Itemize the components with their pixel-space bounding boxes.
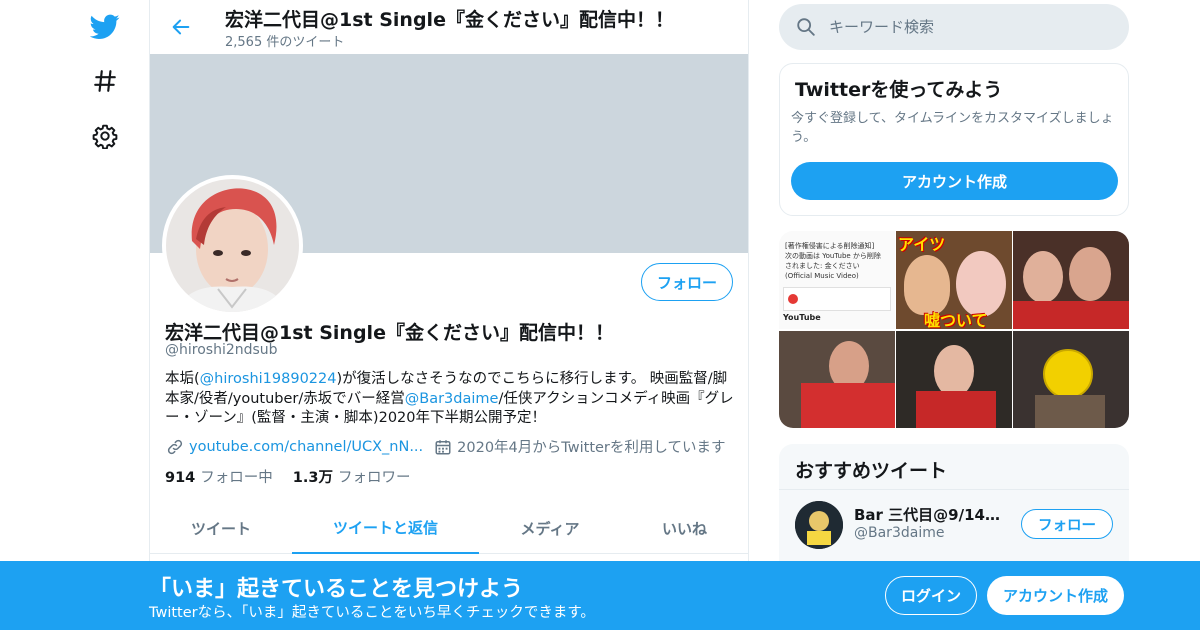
- media-thumbnail[interactable]: [1013, 231, 1129, 329]
- recommended-title: おすすめツイート: [795, 460, 948, 482]
- link-icon: [165, 437, 185, 457]
- bottom-bar-title: 「いま」起きていることを見つけよう: [149, 577, 524, 602]
- bottom-bar-subtitle: Twitterなら、「いま」起きていることをいち早くチェックできます。: [149, 605, 595, 621]
- profile-handle: @hiroshi2ndsub: [165, 342, 278, 358]
- profile-column: 宏洋二代目@1st Single『金ください』配信中！！ 2,565 件のツイー…: [149, 0, 749, 630]
- login-button[interactable]: ログイン: [885, 576, 977, 615]
- bio-mention-link[interactable]: @hiroshi19890224: [200, 371, 337, 387]
- tweet-count: 2,565 件のツイート: [225, 35, 345, 50]
- signup-title: Twitterを使ってみよう: [795, 79, 1003, 101]
- gear-icon[interactable]: [90, 121, 120, 151]
- media-thumbnail[interactable]: [著作権侵害による削除通知]次の動画は YouTube から削除されました: 金…: [779, 231, 895, 329]
- media-photo-clothes: [916, 391, 996, 428]
- search-bar: [779, 4, 1129, 50]
- signup-description: 今すぐ登録して、タイムラインをカスタマイズしましょう。: [791, 111, 1114, 145]
- back-button[interactable]: [168, 14, 194, 40]
- followers-label: フォロワー: [337, 470, 411, 486]
- bio-text: 本垢(: [165, 371, 200, 387]
- bottom-create-account-button[interactable]: アカウント作成: [987, 576, 1124, 615]
- tab-tweets[interactable]: ツイート: [150, 502, 292, 554]
- profile-tabs: ツイート ツイートと返信 メディア いいね: [150, 502, 748, 554]
- tab-tweets-and-replies[interactable]: ツイートと返信: [292, 502, 479, 554]
- media-thumbnail[interactable]: [896, 331, 1012, 428]
- emoji-face-icon: [1043, 349, 1093, 399]
- search-input[interactable]: [829, 4, 1119, 50]
- profile-bio: 本垢(@hiroshi19890224)が復活しなさそうなのでこちらに移行します…: [165, 370, 735, 429]
- followers-stat[interactable]: 1.3万 フォロワー: [293, 466, 411, 487]
- recommended-avatar[interactable]: [795, 501, 843, 549]
- search-icon: [797, 18, 815, 36]
- divider: [779, 489, 1129, 490]
- hashtag-icon[interactable]: [90, 66, 120, 96]
- tab-likes[interactable]: いいね: [621, 502, 748, 554]
- back-arrow-icon: [172, 19, 190, 35]
- recommended-handle: @Bar3daime: [854, 525, 945, 541]
- website-link[interactable]: youtube.com/channel/UCX_nN...: [189, 439, 423, 455]
- media-caption: 嘘ついて: [924, 311, 988, 329]
- media-photo-clothes: [1035, 395, 1105, 428]
- calendar-icon: [433, 437, 453, 457]
- youtube-label: YouTube: [783, 313, 821, 322]
- following-stat[interactable]: 914 フォロー中: [165, 466, 273, 487]
- recommended-name[interactable]: Bar 三代目@9/14セ...: [854, 504, 1004, 525]
- bottom-signup-bar: 「いま」起きていることを見つけよう Twitterなら、「いま」起きていることを…: [0, 561, 1200, 630]
- youtube-icon: [788, 294, 798, 304]
- bio-mention-link[interactable]: @Bar3daime: [405, 391, 499, 407]
- media-caption: アイツ: [898, 235, 946, 254]
- media-photo-person: [904, 255, 950, 315]
- media-photo-person: [934, 345, 974, 397]
- media-thumbnail[interactable]: アイツ 嘘ついて: [896, 231, 1012, 329]
- signup-card: Twitterを使ってみよう 今すぐ登録して、タイムラインをカスタマイズしましょ…: [779, 63, 1129, 216]
- media-notice-text: [著作権侵害による削除通知]次の動画は YouTube から削除されました: 金…: [785, 242, 881, 280]
- media-photo-person: [1069, 247, 1111, 301]
- media-thumbnail[interactable]: [1013, 331, 1129, 428]
- header-title: 宏洋二代目@1st Single『金ください』配信中！！: [225, 9, 674, 31]
- media-photo-person: [1023, 251, 1063, 303]
- media-photo-clothes: [801, 383, 895, 428]
- follow-counts: 914 フォロー中 1.3万 フォロワー: [165, 466, 410, 487]
- media-photo-clothes: [1013, 301, 1129, 329]
- followers-count: 1.3万: [292, 470, 333, 486]
- media-thumbnail[interactable]: [779, 331, 895, 428]
- profile-avatar[interactable]: [162, 175, 303, 316]
- following-label: フォロー中: [200, 470, 273, 486]
- media-embed-card: [783, 287, 891, 311]
- recommended-follow-button[interactable]: フォロー: [1021, 509, 1113, 539]
- follow-button[interactable]: フォロー: [641, 263, 733, 301]
- media-grid: [著作権侵害による削除通知]次の動画は YouTube から削除されました: 金…: [779, 231, 1129, 428]
- create-account-button[interactable]: アカウント作成: [791, 162, 1118, 200]
- profile-name: 宏洋二代目@1st Single『金ください』配信中！！: [165, 322, 614, 344]
- following-count: 914: [165, 470, 196, 486]
- twitter-bird-icon[interactable]: [90, 12, 120, 42]
- tab-media[interactable]: メディア: [479, 502, 621, 554]
- left-nav: [0, 0, 150, 630]
- profile-meta: youtube.com/channel/UCX_nN... 2020年4月からT…: [165, 436, 725, 457]
- profile-header: 宏洋二代目@1st Single『金ください』配信中！！ 2,565 件のツイー…: [150, 0, 748, 54]
- joined-date: 2020年4月からTwitterを利用しています: [457, 440, 726, 456]
